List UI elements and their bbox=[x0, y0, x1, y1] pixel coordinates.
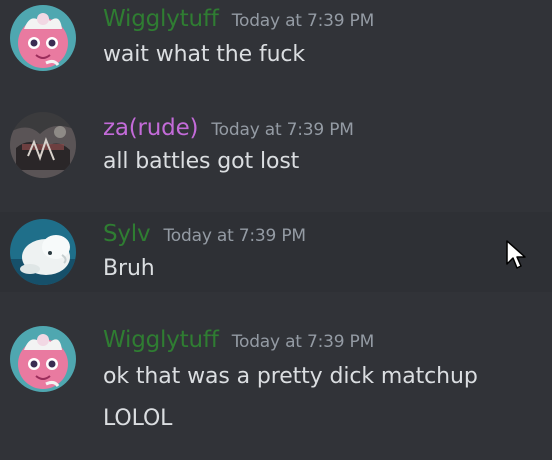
timestamp[interactable]: Today at 7:39 PM bbox=[211, 120, 354, 140]
message-text: Bruh bbox=[103, 256, 155, 281]
message[interactable]: za(rude) Today at 7:39 PM all battles go… bbox=[0, 108, 552, 206]
message[interactable]: Sylv Today at 7:39 PM Bruh bbox=[0, 212, 552, 292]
message-text: all battles got lost bbox=[103, 149, 300, 174]
message[interactable]: Wigglytuff Today at 7:39 PM wait what th… bbox=[0, 0, 552, 100]
pink-pokemon-avatar-icon bbox=[10, 5, 76, 71]
timestamp[interactable]: Today at 7:39 PM bbox=[232, 332, 375, 352]
user-avatar[interactable] bbox=[10, 326, 76, 392]
username[interactable]: Sylv bbox=[103, 221, 151, 247]
user-avatar[interactable] bbox=[10, 219, 76, 285]
username[interactable]: Wigglytuff bbox=[103, 6, 219, 32]
message-text: ok that was a pretty dick matchup bbox=[103, 364, 478, 389]
username[interactable]: za(rude) bbox=[103, 115, 198, 141]
dark-artwork-avatar-icon bbox=[10, 112, 76, 178]
timestamp[interactable]: Today at 7:39 PM bbox=[232, 11, 375, 31]
message-text: wait what the fuck bbox=[103, 42, 306, 67]
mouse-pointer-icon bbox=[506, 240, 526, 269]
message-text: LOLOL bbox=[103, 406, 173, 431]
pink-pokemon-avatar-icon bbox=[10, 326, 76, 392]
timestamp[interactable]: Today at 7:39 PM bbox=[164, 226, 307, 246]
username[interactable]: Wigglytuff bbox=[103, 327, 219, 353]
user-avatar[interactable] bbox=[10, 112, 76, 178]
message[interactable]: Wigglytuff Today at 7:39 PM ok that was … bbox=[0, 320, 552, 460]
beluga-whale-avatar-icon bbox=[10, 219, 76, 285]
user-avatar[interactable] bbox=[10, 5, 76, 71]
